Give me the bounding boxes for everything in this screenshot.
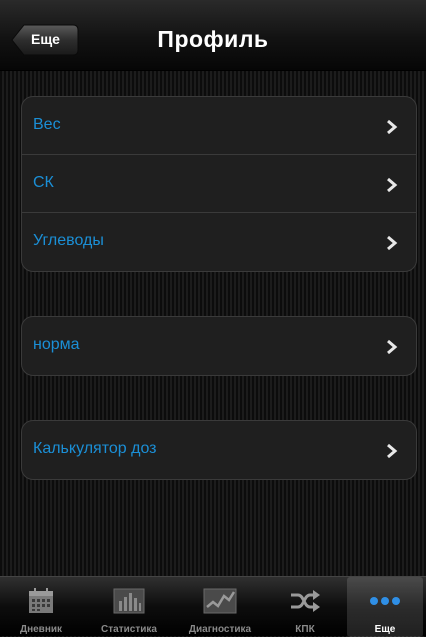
tab-bar: Дневник Статистика Диагностика КПК Еще bbox=[0, 576, 426, 637]
chevron-right-icon bbox=[387, 119, 398, 135]
list-item-label: норма bbox=[33, 336, 80, 353]
tab-diagnostics[interactable]: Диагностика bbox=[176, 577, 264, 637]
more-dots-icon bbox=[370, 597, 400, 605]
settings-group-calculator: Калькулятор доз bbox=[21, 420, 417, 480]
chevron-right-icon bbox=[387, 443, 398, 459]
tab-statistics[interactable]: Статистика bbox=[89, 577, 169, 637]
list-item-carbs[interactable]: Углеводы bbox=[22, 213, 416, 271]
calendar-icon bbox=[29, 588, 53, 613]
list-item-label: Вес bbox=[33, 116, 61, 133]
list-item-dose-calculator[interactable]: Калькулятор доз bbox=[22, 421, 416, 479]
tab-label: КПК bbox=[295, 624, 315, 635]
tab-more[interactable]: Еще bbox=[347, 577, 423, 637]
line-chart-icon bbox=[203, 588, 237, 614]
list-item-label: Калькулятор доз bbox=[33, 440, 157, 457]
tab-kpk[interactable]: КПК bbox=[270, 577, 340, 637]
list-item-label: Углеводы bbox=[33, 232, 104, 249]
list-item-sk[interactable]: СК bbox=[22, 155, 416, 213]
tab-diary[interactable]: Дневник bbox=[3, 577, 79, 637]
chevron-right-icon bbox=[387, 177, 398, 193]
list-item-label: СК bbox=[33, 174, 54, 191]
chevron-right-icon bbox=[387, 339, 398, 355]
page-title: Профиль bbox=[157, 26, 269, 52]
list-item-weight[interactable]: Вес bbox=[22, 97, 416, 155]
tab-label: Диагностика bbox=[188, 624, 252, 635]
settings-group-norm: норма bbox=[21, 316, 417, 376]
settings-group-profile-values: Вес СК Углеводы bbox=[21, 96, 417, 272]
tab-label: Дневник bbox=[19, 624, 63, 635]
tab-label: Статистика bbox=[101, 624, 157, 635]
chevron-right-icon bbox=[387, 235, 398, 251]
bar-chart-icon bbox=[113, 588, 145, 614]
navigation-bar: Еще Профиль bbox=[0, 0, 426, 71]
shuffle-icon bbox=[291, 590, 320, 612]
list-item-norm[interactable]: норма bbox=[22, 317, 416, 375]
tab-label: Еще bbox=[374, 624, 396, 635]
